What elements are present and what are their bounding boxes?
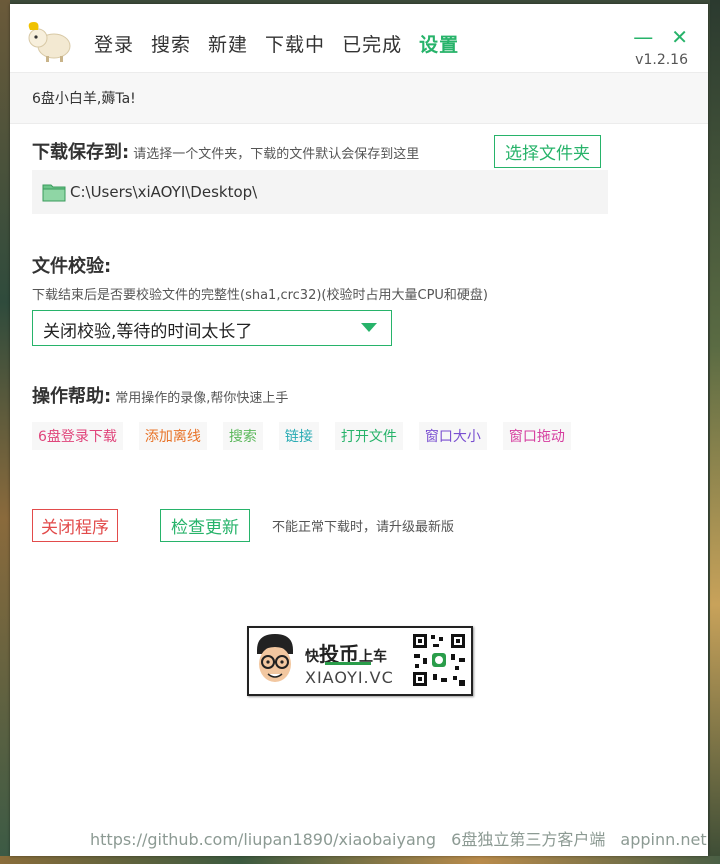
version-label: v1.2.16	[635, 52, 688, 68]
footer-site-link[interactable]: appinn.net	[620, 830, 706, 849]
folder-icon	[42, 184, 66, 202]
verify-select[interactable]: 关闭校验,等待的时间太长了	[32, 310, 392, 346]
download-path-box[interactable]: C:\Users\xiAOYI\Desktop\	[32, 170, 608, 214]
background-bottom	[0, 856, 720, 864]
verify-desc: 下载结束后是否要校验文件的完整性(sha1,crc32)(校验时占用大量CPU和…	[32, 288, 488, 303]
window-controls: — ✕	[615, 27, 688, 47]
nav-login[interactable]: 登录	[94, 30, 134, 57]
title-bar[interactable]: 登录 搜索 新建 下载中 已完成 设置 — ✕ v1.2.16	[10, 4, 708, 72]
footer-description: 6盘独立第三方客户端	[451, 830, 606, 849]
help-tags: 6盘登录下载 添加离线 搜索 链接 打开文件 窗口大小 窗口拖动	[32, 422, 587, 450]
help-tag-window-drag[interactable]: 窗口拖动	[502, 422, 571, 450]
help-tag-login-download[interactable]: 6盘登录下载	[32, 422, 123, 450]
caret-down-icon	[361, 323, 377, 332]
choose-folder-button[interactable]: 选择文件夹	[494, 135, 601, 168]
nav-new[interactable]: 新建	[208, 30, 248, 57]
help-section-title: 操作帮助: 常用操作的录像,帮你快速上手	[32, 382, 288, 408]
download-title: 下载保存到:	[32, 142, 130, 163]
help-tag-open-file[interactable]: 打开文件	[334, 422, 403, 450]
badge-underline	[325, 662, 371, 665]
greeting-text: 6盘小白羊,薅Ta!	[32, 91, 136, 107]
cartoon-face-icon	[257, 634, 293, 682]
badge-site: XIAOYI.VC	[305, 668, 394, 687]
nav-completed[interactable]: 已完成	[342, 30, 402, 57]
footer-github-link[interactable]: https://github.com/liupan1890/xiaobaiyan…	[90, 830, 436, 849]
download-desc: 请选择一个文件夹，下载的文件默认会保存到这里	[133, 147, 420, 162]
footer: https://github.com/liupan1890/xiaobaiyan…	[90, 826, 717, 850]
help-tag-search[interactable]: 搜索	[222, 422, 263, 450]
help-tag-add-offline[interactable]: 添加离线	[138, 422, 207, 450]
help-tag-window-size[interactable]: 窗口大小	[418, 422, 487, 450]
qr-code-icon	[411, 632, 467, 688]
nav-downloading[interactable]: 下载中	[265, 30, 325, 57]
verify-select-value: 关闭校验,等待的时间太长了	[43, 322, 253, 342]
close-program-button[interactable]: 关闭程序	[32, 509, 118, 542]
minimize-button[interactable]: —	[633, 27, 653, 47]
update-hint: 不能正常下载时，请升级最新版	[272, 520, 455, 535]
nav-search[interactable]: 搜索	[151, 30, 191, 57]
check-update-button[interactable]: 检查更新	[160, 509, 250, 542]
sheep-logo-icon	[28, 22, 71, 62]
main-nav: 登录 搜索 新建 下载中 已完成 设置	[94, 30, 476, 57]
verify-title: 文件校验:	[32, 256, 112, 277]
background-right	[710, 0, 720, 864]
donate-badge[interactable]: 快投币上车 XIAOYI.VC	[247, 626, 473, 696]
close-button[interactable]: ✕	[671, 27, 688, 47]
app-window: 登录 搜索 新建 下载中 已完成 设置 — ✕ v1.2.16 6盘小白羊,薅T…	[10, 4, 708, 856]
background-left	[0, 0, 10, 864]
download-path-text: C:\Users\xiAOYI\Desktop\	[70, 183, 258, 201]
help-tag-link[interactable]: 链接	[278, 422, 319, 450]
nav-settings[interactable]: 设置	[419, 30, 459, 57]
badge-word-1: 快	[305, 649, 319, 665]
help-desc: 常用操作的录像,帮你快速上手	[115, 391, 289, 406]
download-section-title: 下载保存到: 请选择一个文件夹，下载的文件默认会保存到这里	[32, 138, 419, 164]
help-title: 操作帮助:	[32, 386, 112, 407]
